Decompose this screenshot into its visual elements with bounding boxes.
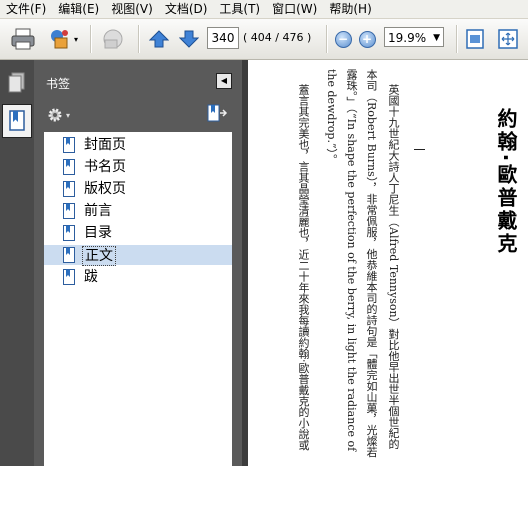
- panel-title: 书签: [46, 77, 71, 91]
- bookmark-icon: [63, 269, 75, 285]
- fit-width-icon: [498, 29, 518, 49]
- bookmark-icon: [63, 159, 75, 175]
- bookmark-icon: [63, 225, 75, 241]
- bookmark-item-postscript[interactable]: 跋: [44, 267, 232, 287]
- menu-help[interactable]: 帮助(H): [323, 0, 377, 18]
- menu-view[interactable]: 视图(V): [105, 0, 159, 18]
- text-column: 本司（Robert Burns），非常佩服，他恭維本司的詩句是「體完如山菓，光燦…: [365, 69, 378, 458]
- pages-panel-button[interactable]: [2, 66, 32, 100]
- bookmark-item-contents[interactable]: 目录: [44, 223, 232, 243]
- text-column: 英國十九世紀大詩人丁尼生（Alfred Tennyson）對比他早出世半個世紀的: [387, 84, 400, 450]
- minus-icon: −: [334, 30, 352, 48]
- share-icon: [50, 30, 68, 49]
- text-column: the dewdrop.”）。: [325, 69, 338, 166]
- chevron-down-icon[interactable]: ▾: [74, 35, 78, 44]
- text-column: 蓋言其完美也，言其晶瑩清麗也，近二十年來我每讀約翰‧歐普戴克的小說或: [297, 84, 310, 451]
- toolbar-separator: [326, 25, 328, 53]
- previous-page-button[interactable]: [148, 19, 170, 59]
- bookmark-item-copyright[interactable]: 版权页: [44, 179, 232, 199]
- bookmark-expand-icon: [207, 104, 228, 122]
- bookmark-icon: [63, 247, 75, 263]
- section-mark: [414, 149, 425, 150]
- bookmark-label: 跋: [84, 269, 98, 285]
- attach-button[interactable]: [98, 19, 128, 59]
- panel-header: 书签 ◀: [34, 60, 242, 100]
- menu-document[interactable]: 文档(D): [159, 0, 214, 18]
- navigation-strip: [0, 60, 34, 466]
- page-number-input[interactable]: 340: [207, 27, 239, 49]
- share-button[interactable]: ▾: [44, 19, 82, 59]
- chapter-heading: 約翰‧歐普戴克: [494, 108, 518, 256]
- bookmark-label: 正文: [82, 246, 116, 266]
- bookmark-icon: [63, 137, 75, 153]
- zoom-out-button[interactable]: −: [334, 19, 352, 59]
- bookmark-item-preface[interactable]: 前言: [44, 201, 232, 221]
- pages-icon: [8, 72, 25, 93]
- zoom-select[interactable]: 19.9% ▼: [384, 27, 444, 47]
- fit-page-icon: [466, 29, 484, 49]
- bookmarks-panel: 书签 ◀ ▾ 封面页 书名页 版权页 前言 目录 正文 跋: [34, 60, 242, 526]
- globe-icon: [103, 29, 123, 49]
- menu-edit[interactable]: 编辑(E): [52, 0, 105, 18]
- fit-page-button[interactable]: [464, 19, 486, 59]
- bookmark-item-main-text[interactable]: 正文: [44, 245, 232, 266]
- toolbar: ▾ 340 ( 404 / 476 ) − + 19.9% ▼: [0, 19, 528, 60]
- bookmark-label: 封面页: [84, 137, 126, 153]
- menu-window[interactable]: 窗口(W): [266, 0, 323, 18]
- page-count: ( 404 / 476 ): [243, 31, 312, 44]
- document-page: 約翰‧歐普戴克 英國十九世紀大詩人丁尼生（Alfred Tennyson）對比他…: [248, 60, 528, 466]
- print-button[interactable]: [8, 19, 38, 59]
- expand-bookmark-button[interactable]: [206, 104, 228, 127]
- plus-icon: +: [358, 30, 376, 48]
- chevron-down-icon: ▾: [66, 110, 71, 120]
- bookmark-icon: [63, 181, 75, 197]
- arrow-down-icon: [179, 30, 199, 48]
- bookmark-item-title-page[interactable]: 书名页: [44, 157, 232, 177]
- bookmark-label: 版权页: [84, 181, 126, 197]
- toolbar-separator: [456, 25, 458, 53]
- bookmark-list: 封面页 书名页 版权页 前言 目录 正文 跋: [44, 132, 232, 526]
- chevron-down-icon: ▼: [433, 33, 440, 43]
- menu-tools[interactable]: 工具(T): [213, 0, 266, 18]
- collapse-panel-button[interactable]: ◀: [216, 73, 232, 89]
- fit-width-button[interactable]: [496, 19, 520, 59]
- toolbar-separator: [138, 25, 140, 53]
- bookmark-icon: [63, 203, 75, 219]
- menu-bar: 文件(F) 编辑(E) 视图(V) 文档(D) 工具(T) 窗口(W) 帮助(H…: [0, 0, 528, 19]
- arrow-up-icon: [149, 30, 169, 48]
- zoom-in-button[interactable]: +: [358, 19, 376, 59]
- menu-file[interactable]: 文件(F): [0, 0, 52, 18]
- bookmarks-panel-button[interactable]: [2, 104, 32, 138]
- toolbar-separator: [90, 25, 92, 53]
- bookmark-icon: [9, 110, 25, 131]
- bookmark-label: 书名页: [84, 159, 126, 175]
- bookmark-label: 前言: [84, 203, 112, 219]
- text-column: 露珠。」（“In shape the perfection of the ber…: [345, 69, 358, 452]
- printer-icon: [11, 28, 35, 50]
- options-button[interactable]: ▾: [46, 106, 70, 124]
- next-page-button[interactable]: [178, 19, 200, 59]
- panel-toolbar: ▾: [34, 100, 242, 130]
- gear-icon: [48, 108, 62, 122]
- bookmark-item-cover[interactable]: 封面页: [44, 135, 232, 155]
- zoom-value: 19.9%: [388, 31, 427, 45]
- bookmark-label: 目录: [84, 225, 112, 241]
